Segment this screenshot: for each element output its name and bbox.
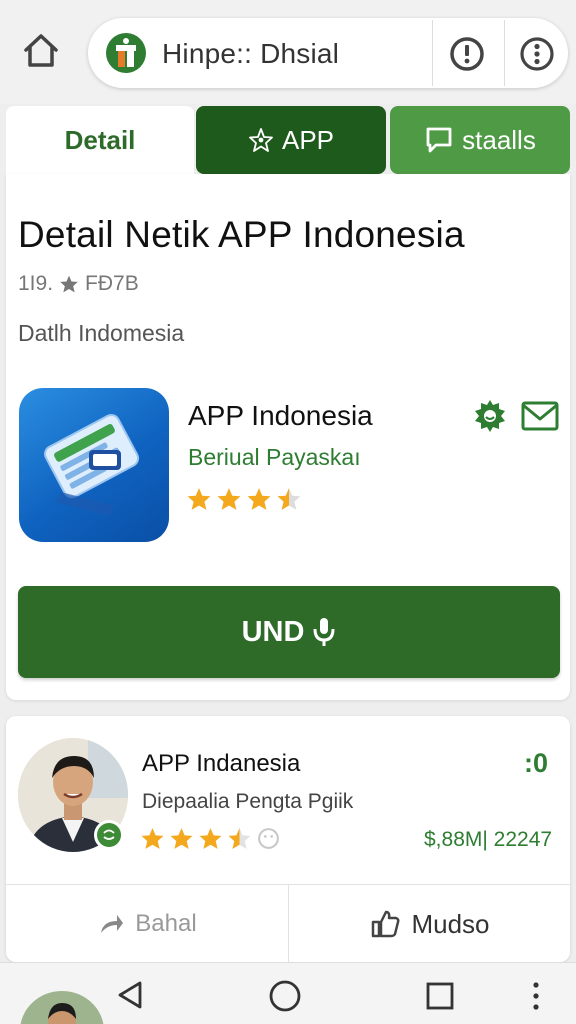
- star-icon: [170, 828, 193, 849]
- tab-label: staalls: [462, 124, 536, 155]
- thumbs-up-icon: [372, 910, 400, 938]
- verified-badge-icon: [94, 820, 124, 850]
- profile-avatar[interactable]: [20, 991, 104, 1024]
- install-label: UND: [241, 615, 305, 648]
- info-button[interactable]: [448, 35, 486, 73]
- meta-count: 1Ι9.: [18, 272, 54, 295]
- mail-icon: [521, 401, 559, 431]
- reviewer-name: APP Indanesia: [142, 750, 301, 777]
- like-label: Mudso: [411, 908, 490, 939]
- chat-icon: [426, 127, 452, 153]
- tab-app[interactable]: APP: [196, 106, 386, 174]
- half-star-icon: [277, 488, 301, 510]
- more-vert-icon: [520, 37, 554, 71]
- half-star-icon: [228, 828, 251, 849]
- meta-row: 1Ι9. FÐ7B: [18, 272, 139, 296]
- page-title: Detail Netik APP Indonesia: [18, 214, 465, 255]
- gear-icon: [475, 400, 505, 432]
- microphone-icon: [313, 618, 335, 646]
- app-name: APP Indonesia: [188, 400, 373, 431]
- divider: [504, 20, 505, 86]
- star-icon: [217, 488, 241, 510]
- like-button[interactable]: Mudso: [289, 886, 570, 962]
- site-logo-icon: [104, 31, 148, 75]
- share-button[interactable]: Bahal: [6, 886, 288, 962]
- tab-label: Detail: [64, 124, 136, 155]
- review-description: Diepaalia Pengta Pgiik: [142, 790, 354, 813]
- meta-code: FÐ7B: [85, 272, 139, 295]
- tab-bar: Detail APP staalls: [0, 104, 576, 176]
- home-icon: [24, 34, 58, 67]
- share-arrow-icon: [101, 915, 124, 933]
- review-rating: [140, 826, 281, 851]
- star-icon: [247, 488, 271, 510]
- address-bar[interactable]: Hinpe:: Dhsial: [88, 18, 568, 88]
- nav-more-button[interactable]: [526, 979, 546, 1013]
- star-outline-icon: [249, 128, 273, 152]
- app-rating: [186, 486, 302, 512]
- home-circle-icon: [269, 980, 301, 1012]
- back-button[interactable]: [114, 979, 146, 1011]
- star-icon: [199, 828, 222, 849]
- system-navigation-bar: [0, 962, 576, 1024]
- star-icon: [187, 488, 211, 510]
- star-icon: [141, 828, 164, 849]
- tab-stalls[interactable]: staalls: [390, 106, 570, 174]
- app-icon: [19, 388, 169, 542]
- review-score: :0: [524, 748, 549, 778]
- share-label: Bahal: [135, 910, 197, 937]
- review-price: $,88M| 22247: [424, 828, 553, 851]
- tab-label: APP: [281, 124, 335, 155]
- recent-square-icon: [426, 982, 454, 1010]
- tab-detail[interactable]: Detail: [6, 106, 194, 174]
- home-button[interactable]: [18, 28, 64, 74]
- app-detail-card: Detail Netik APP Indonesia 1Ι9. FÐ7B Dat…: [6, 174, 570, 700]
- install-button[interactable]: UND: [18, 586, 560, 678]
- face-outline-icon: [258, 828, 279, 849]
- url-text[interactable]: Hinpe:: Dhsial: [162, 38, 339, 70]
- app-developer-link[interactable]: Beriual Payaskaı: [188, 444, 361, 471]
- recent-apps-button[interactable]: [424, 980, 456, 1012]
- browser-toolbar: Hinpe:: Dhsial: [0, 0, 576, 104]
- more-options-button[interactable]: [518, 35, 556, 73]
- settings-button[interactable]: [470, 396, 510, 436]
- review-card: APP Indanesia :0 Diepaalia Pengta Pgiik …: [6, 716, 570, 962]
- back-triangle-icon: [118, 981, 142, 1009]
- page-subtitle: Datlh Indomesia: [18, 320, 185, 346]
- star-icon: [60, 275, 78, 293]
- home-nav-button[interactable]: [268, 979, 302, 1013]
- mail-button[interactable]: [520, 398, 560, 434]
- divider: [432, 20, 433, 86]
- more-vert-icon: [533, 982, 539, 1010]
- info-icon: [450, 37, 484, 71]
